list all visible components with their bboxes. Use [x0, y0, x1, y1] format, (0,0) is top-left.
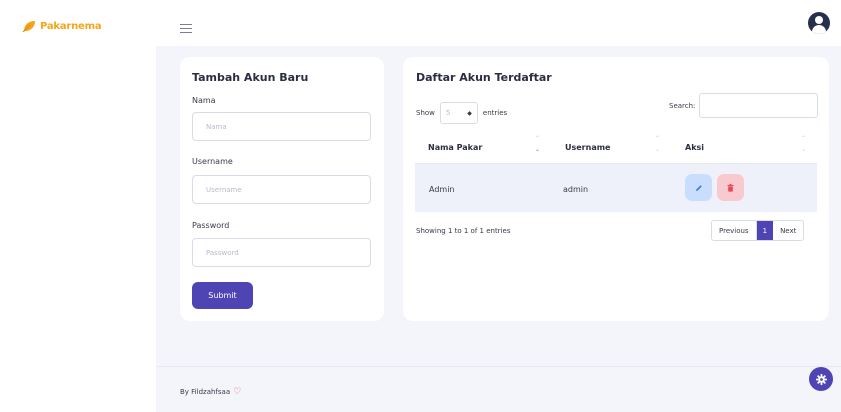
search-control: Search:	[669, 93, 819, 118]
name-label: Nama	[192, 96, 216, 105]
sort-arrows-icon[interactable]: ⌃ ⌄	[535, 133, 540, 155]
search-input[interactable]	[699, 93, 819, 118]
page-size-value: 5	[445, 109, 451, 117]
select-caret-icon: ◆	[467, 109, 472, 117]
page-1-button[interactable]: 1	[756, 221, 774, 240]
next-page-button[interactable]: Next	[773, 221, 803, 240]
table-row	[415, 164, 817, 212]
entries-label: entries	[482, 109, 508, 117]
add-account-card: Tambah Akun Baru Nama Username Password …	[180, 57, 384, 321]
add-account-title: Tambah Akun Baru	[192, 71, 309, 84]
password-input[interactable]	[192, 238, 371, 267]
brand-name: Pakarnema	[40, 20, 102, 32]
gear-icon	[815, 373, 827, 385]
heart-icon: ♡	[233, 387, 242, 397]
submit-button[interactable]: Submit	[192, 282, 253, 309]
name-input[interactable]	[192, 112, 371, 141]
page-size-control: Show 5 ◆ entries	[416, 102, 507, 124]
password-label: Password	[192, 221, 230, 230]
cell-username: admin	[563, 185, 589, 194]
pagination: Previous 1 Next	[711, 220, 805, 241]
settings-fab-button[interactable]	[809, 367, 833, 391]
edit-button[interactable]	[685, 174, 712, 201]
sort-arrows-icon[interactable]: ⌃ ⌄	[801, 133, 806, 155]
column-header-nama-pakar[interactable]: Nama Pakar	[428, 132, 482, 162]
edit-icon	[695, 184, 702, 191]
account-list-title: Daftar Akun Terdaftar	[416, 71, 552, 84]
search-label: Search:	[669, 101, 696, 110]
hamburger-icon[interactable]	[180, 24, 192, 34]
username-label: Username	[192, 157, 233, 166]
table-info: Showing 1 to 1 of 1 entries	[416, 227, 511, 235]
topbar	[156, 0, 841, 46]
leaf-icon	[22, 21, 35, 32]
sort-arrows-icon[interactable]: ⌃ ⌄	[655, 133, 660, 155]
footer-text: By Fildzahfsaa	[180, 388, 231, 396]
page-size-select[interactable]: 5 ◆	[439, 102, 478, 124]
column-header-aksi[interactable]: Aksi	[685, 132, 704, 162]
trash-icon	[727, 183, 734, 192]
cell-nama-pakar: Admin	[429, 185, 455, 194]
previous-page-button[interactable]: Previous	[712, 221, 757, 240]
username-input[interactable]	[192, 175, 371, 204]
brand-logo[interactable]: Pakarnema	[22, 20, 102, 32]
show-label: Show	[416, 109, 435, 117]
sidebar: Pakarnema	[0, 0, 156, 412]
column-header-username[interactable]: Username	[565, 132, 610, 162]
footer-credit: By Fildzahfsaa ♡	[180, 387, 241, 397]
user-avatar-icon[interactable]	[808, 12, 830, 34]
delete-button[interactable]	[717, 174, 744, 201]
account-list-card: Daftar Akun Terdaftar Show 5 ◆ entries S…	[403, 57, 829, 321]
footer: By Fildzahfsaa ♡	[156, 366, 841, 412]
